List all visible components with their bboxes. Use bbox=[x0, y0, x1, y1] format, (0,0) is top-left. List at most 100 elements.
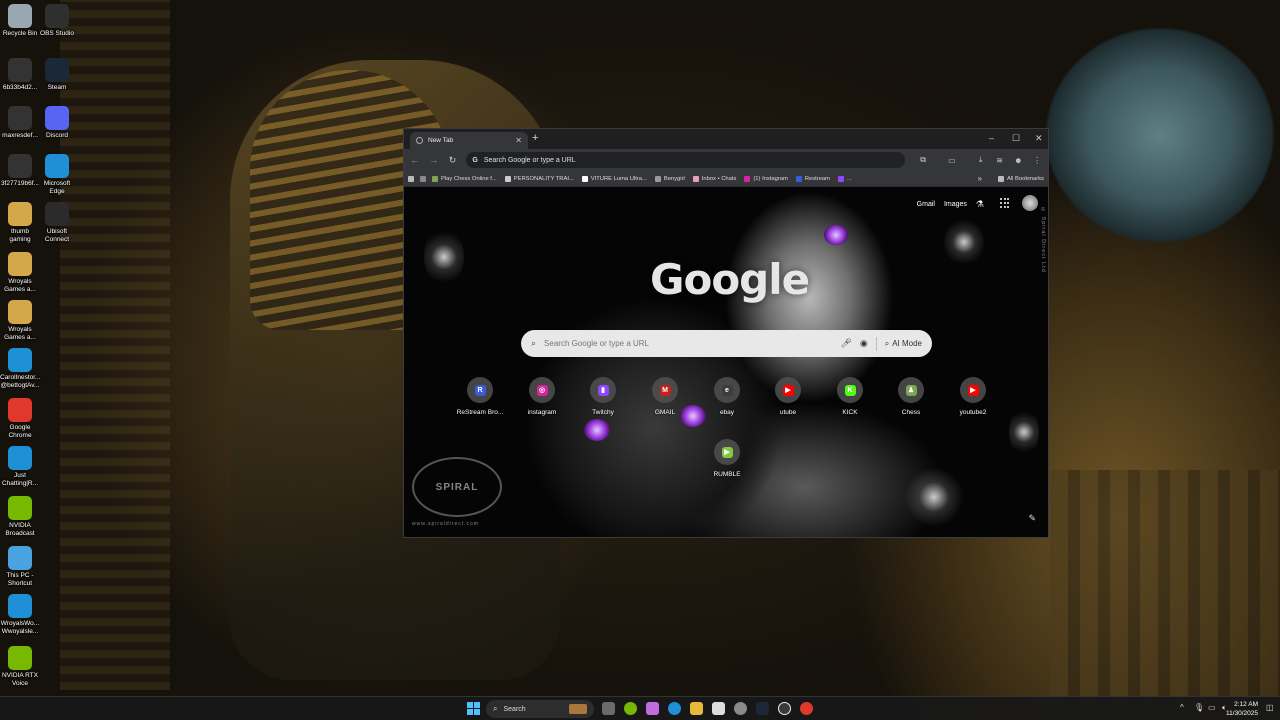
desktop-icon[interactable]: Wroyals Games a... bbox=[0, 300, 40, 342]
shortcut-tile[interactable]: ▶ RUMBLE bbox=[699, 439, 755, 478]
extension-icon[interactable]: ⧉ bbox=[918, 155, 928, 165]
folder-icon bbox=[8, 300, 32, 324]
shortcut-tile[interactable]: e ebay bbox=[699, 377, 755, 416]
microphone-tray-icon[interactable]: 🎙︎ bbox=[1194, 703, 1204, 712]
edge-taskbar-icon[interactable] bbox=[668, 702, 681, 715]
spiral-url: www.spiraldirect.com bbox=[412, 521, 479, 527]
desktop-icon[interactable]: Recycle Bin bbox=[0, 4, 40, 38]
ntp-search-box[interactable]: ⌕ Search Google or type a URL 🎤︎ ◉ ⌕ AI … bbox=[521, 330, 932, 357]
desktop-icon[interactable]: Microsoft Edge bbox=[37, 154, 77, 196]
reload-icon[interactable]: ↻ bbox=[448, 155, 458, 166]
google-apps-icon[interactable] bbox=[1000, 198, 1010, 208]
bookmarks-overflow-icon[interactable]: » bbox=[978, 174, 982, 183]
maximize-icon[interactable]: ☐ bbox=[1012, 133, 1020, 144]
bookmark-item[interactable]: Play Chess Online f... bbox=[432, 175, 497, 182]
task-view-icon[interactable] bbox=[602, 702, 615, 715]
bookmark-item[interactable]: Inbox • Chats bbox=[692, 175, 736, 182]
desktop-icon[interactable]: This PC - Shortcut bbox=[0, 546, 40, 588]
desktop-icon[interactable]: NVIDIA RTX Voice bbox=[0, 646, 40, 688]
customize-pencil-icon[interactable]: ✎ bbox=[1028, 513, 1036, 524]
shortcut-tile[interactable]: ♟ Chess bbox=[883, 377, 939, 416]
bookmark-item[interactable]: Benygirl bbox=[654, 175, 685, 182]
desktop-icon[interactable]: OBS Studio bbox=[37, 4, 77, 38]
title-bar[interactable]: New Tab ✕ + – ☐ ✕ bbox=[404, 129, 1048, 149]
desktop-icon[interactable]: 6b33b4d2... bbox=[0, 58, 40, 92]
desktop-icon[interactable]: 3f27719b6f... bbox=[0, 154, 40, 188]
settings-gear-icon[interactable] bbox=[734, 702, 747, 715]
desktop-icon[interactable]: Ubisoft Connect bbox=[37, 202, 77, 244]
bookmark-item[interactable]: ... bbox=[838, 175, 852, 182]
gmail-link[interactable]: Gmail bbox=[917, 201, 935, 208]
ai-mode-button[interactable]: ⌕ AI Mode bbox=[885, 339, 922, 349]
bookmark-item[interactable]: Restream bbox=[795, 175, 830, 182]
desktop-icon-label: Wroyals Games a... bbox=[4, 278, 36, 293]
system-clock[interactable]: 2:12 AM 11/30/2025 bbox=[1226, 700, 1258, 718]
chrome-window[interactable]: New Tab ✕ + – ☐ ✕ ← → ↻ G Search Google … bbox=[403, 128, 1049, 538]
bookmark-sidebar-icon[interactable] bbox=[408, 175, 414, 182]
tab-new-tab[interactable]: New Tab ✕ bbox=[410, 132, 528, 149]
desktop-icon[interactable]: NVIDIA Broadcast bbox=[0, 496, 40, 538]
desktop-icon[interactable]: Google Chrome bbox=[0, 398, 40, 440]
shortcut-tile[interactable]: ◎ instagram bbox=[514, 377, 570, 416]
obs-taskbar-icon[interactable] bbox=[778, 702, 791, 715]
close-tab-icon[interactable]: ✕ bbox=[515, 136, 522, 145]
desktop-icon-label: Wroyals Games a... bbox=[4, 326, 36, 341]
notification-icon[interactable]: ◫ bbox=[1266, 703, 1274, 712]
account-avatar[interactable] bbox=[1022, 195, 1038, 211]
desktop-icon[interactable]: Discord bbox=[37, 106, 77, 140]
desktop-icon[interactable]: Wroyals Games a... bbox=[0, 252, 40, 294]
download-icon[interactable]: ⤓ bbox=[976, 155, 986, 165]
desktop-icon[interactable]: Just Chatting|R... bbox=[0, 446, 40, 488]
bookmark-item[interactable]: PERSONALITY TRAI... bbox=[504, 175, 574, 182]
bookmark-item[interactable]: VITURE Luma Ultra... bbox=[581, 175, 647, 182]
shortcut-tile[interactable]: ▶ youtube2 bbox=[945, 377, 1001, 416]
desktop-icon[interactable]: WroyalsWo... Wwoyalsle... bbox=[0, 594, 40, 636]
apps-shortcut-icon[interactable] bbox=[420, 175, 426, 182]
steam-taskbar-icon[interactable] bbox=[756, 702, 769, 715]
bookmark-favicon-icon bbox=[692, 175, 699, 182]
bookmark-label: ... bbox=[847, 175, 852, 182]
tab-search-icon[interactable]: ≋ bbox=[995, 156, 1005, 165]
new-tab-button[interactable]: + bbox=[532, 132, 538, 144]
minimize-icon[interactable]: – bbox=[989, 133, 994, 143]
shortcut-tile[interactable]: M GMAIL bbox=[637, 377, 693, 416]
copilot-icon[interactable] bbox=[646, 702, 659, 715]
shortcut-favicon-icon: e bbox=[721, 384, 733, 396]
start-button[interactable] bbox=[467, 702, 480, 715]
shortcut-circle: ◎ bbox=[529, 377, 555, 403]
desktop-icon-label: Discord bbox=[45, 132, 69, 139]
taskbar-search[interactable]: ⌕ Search bbox=[486, 700, 594, 718]
images-link[interactable]: Images bbox=[944, 201, 967, 208]
nvidia-voice-taskbar-icon[interactable] bbox=[624, 702, 637, 715]
desktop-icon[interactable]: Steam bbox=[37, 58, 77, 92]
cast-icon[interactable]: ▭ bbox=[947, 156, 957, 165]
ubisoft-icon bbox=[45, 202, 69, 226]
omnibox[interactable]: G Search Google or type a URL bbox=[466, 152, 906, 168]
desktop-icon[interactable]: maxresdef... bbox=[0, 106, 40, 140]
shortcut-favicon-icon: K bbox=[844, 384, 856, 396]
shortcut-tile[interactable]: ▮ Twitchy bbox=[575, 377, 631, 416]
forward-icon[interactable]: → bbox=[429, 155, 439, 165]
all-bookmarks[interactable]: All Bookmarks bbox=[997, 175, 1044, 182]
chrome-taskbar-icon[interactable] bbox=[800, 702, 813, 715]
desktop-icon[interactable]: thumb gaming bbox=[0, 202, 40, 244]
shortcut-tile[interactable]: R ReStream Bro... bbox=[452, 377, 508, 416]
labs-flask-icon[interactable]: ⚗ bbox=[976, 199, 984, 210]
desktop-icon[interactable]: CarolInestor... @bettogtAv... bbox=[0, 348, 40, 390]
bookmarks-bar: Play Chess Online f... PERSONALITY TRAI..… bbox=[404, 171, 1048, 187]
shortcut-tile[interactable]: ▶ utube bbox=[760, 377, 816, 416]
shortcut-favicon-icon: M bbox=[659, 384, 671, 396]
google-lens-icon[interactable]: ◉ bbox=[860, 338, 868, 349]
menu-icon[interactable]: ⋮ bbox=[1032, 156, 1042, 165]
close-window-icon[interactable]: ✕ bbox=[1035, 133, 1043, 144]
profile-icon[interactable]: ☻ bbox=[1013, 156, 1023, 165]
network-icon[interactable]: ▭ bbox=[1208, 703, 1216, 712]
microphone-icon[interactable]: 🎤︎ bbox=[840, 338, 851, 349]
monitor-icon bbox=[8, 546, 32, 570]
shortcut-tile[interactable]: K KICK bbox=[822, 377, 878, 416]
store-icon[interactable] bbox=[712, 702, 725, 715]
bookmark-item[interactable]: (1) Instagram bbox=[744, 175, 788, 182]
file-explorer-icon[interactable] bbox=[690, 702, 703, 715]
back-icon[interactable]: ← bbox=[410, 155, 420, 165]
tray-overflow-icon[interactable]: ^ bbox=[1180, 703, 1184, 712]
